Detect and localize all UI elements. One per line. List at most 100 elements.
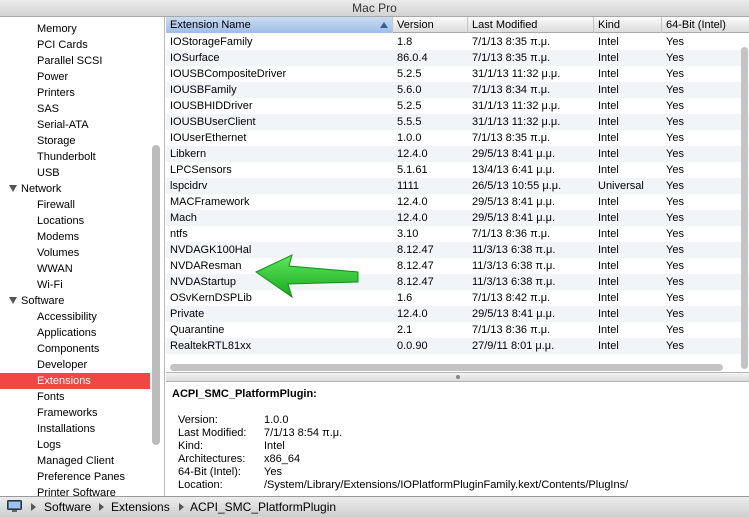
table-row[interactable]: lspcidrv 1111 26/5/13 10:55 μ.μ. Universal Y… <box>166 178 749 194</box>
table-row[interactable]: IOUserEthernet 1.0.0 7/1/13 8:35 π.μ. Intel… <box>166 130 749 146</box>
table-cell: 8.12.47 <box>397 276 434 288</box>
pane-splitter[interactable] <box>166 372 749 382</box>
sidebar-item-label: Locations <box>37 215 85 227</box>
sidebar-scrollbar[interactable] <box>152 145 160 445</box>
sidebar-item-label: WWAN <box>37 263 73 275</box>
sidebar-item-label: Accessibility <box>37 311 97 323</box>
detail-label-architectures: Architectures: <box>178 453 246 465</box>
sidebar-item-fonts[interactable]: Fonts <box>0 389 150 405</box>
sidebar-item-printer-software[interactable]: Printer Software <box>0 485 150 496</box>
sidebar-item-frameworks[interactable]: Frameworks <box>0 405 150 421</box>
table-row[interactable]: LPCSensors 5.1.61 13/4/13 6:41 μ.μ. Intel Ye… <box>166 162 749 178</box>
path-crumb-extensions[interactable]: Extensions <box>111 500 170 514</box>
table-cell: IOUSBUserClient <box>170 116 256 128</box>
sidebar-item-sas[interactable]: SAS <box>0 101 150 117</box>
table-cell: Intel <box>598 276 619 288</box>
sidebar-item-memory[interactable]: Memory <box>0 21 150 37</box>
table-cell: 2.1 <box>397 324 413 336</box>
column-header-version[interactable]: Version <box>393 17 468 33</box>
path-crumb-current[interactable]: ACPI_SMC_PlatformPlugin <box>190 500 336 514</box>
table-cell: 29/5/13 8:41 μ.μ. <box>472 148 556 160</box>
sidebar-item-wi-fi[interactable]: Wi-Fi <box>0 277 150 293</box>
table-cell: IOUserEthernet <box>170 132 247 144</box>
sidebar-item-preference-panes[interactable]: Preference Panes <box>0 469 150 485</box>
sidebar-item-usb[interactable]: USB <box>0 165 150 181</box>
table-cell: Yes <box>666 132 684 144</box>
sidebar-item-software[interactable]: Software <box>0 293 150 309</box>
table-row[interactable]: Quarantine 2.1 7/1/13 8:36 π.μ. Intel Yes <box>166 322 749 338</box>
sidebar-item-serial-ata[interactable]: Serial-ATA <box>0 117 150 133</box>
table-cell: Yes <box>666 212 684 224</box>
table-row[interactable]: MACFramework 12.4.0 29/5/13 8:41 μ.μ. Intel… <box>166 194 749 210</box>
sidebar-item-components[interactable]: Components <box>0 341 150 357</box>
green-arrow-annotation-icon <box>255 254 359 299</box>
table-cell: IOUSBCompositeDriver <box>170 68 287 80</box>
detail-value-architectures: x86_64 <box>264 453 301 465</box>
sidebar-item-modems[interactable]: Modems <box>0 229 150 245</box>
sidebar-item-network[interactable]: Network <box>0 181 150 197</box>
path-separator-icon <box>31 503 36 511</box>
sidebar-item-developer[interactable]: Developer <box>0 357 150 373</box>
detail-label-64-bit: 64-Bit (Intel): <box>178 466 241 478</box>
disclosure-triangle-icon[interactable] <box>9 297 17 304</box>
table-cell: Intel <box>598 84 619 96</box>
sidebar-item-thunderbolt[interactable]: Thunderbolt <box>0 149 150 165</box>
table-row[interactable]: Mach 12.4.0 29/5/13 8:41 μ.μ. Intel Yes <box>166 210 749 226</box>
table-cell: Yes <box>666 116 684 128</box>
sidebar-item-storage[interactable]: Storage <box>0 133 150 149</box>
table-row[interactable]: IOUSBFamily 5.6.0 7/1/13 8:34 π.μ. Intel Yes <box>166 82 749 98</box>
sidebar-item-wwan[interactable]: WWAN <box>0 261 150 277</box>
sidebar-item-label: Logs <box>37 439 61 451</box>
column-header-kind[interactable]: Kind <box>594 17 662 33</box>
sidebar-item-applications[interactable]: Applications <box>0 325 150 341</box>
path-crumb-software[interactable]: Software <box>44 500 91 514</box>
disclosure-triangle-icon[interactable] <box>9 185 17 192</box>
table-vertical-scrollbar[interactable] <box>741 47 748 369</box>
table-row[interactable]: Libkern 12.4.0 29/5/13 8:41 μ.μ. Intel Yes <box>166 146 749 162</box>
table-cell: 86.0.4 <box>397 52 428 64</box>
sidebar-item-label: Storage <box>37 135 76 147</box>
table-cell: 1.0.0 <box>397 132 422 144</box>
sidebar-item-accessibility[interactable]: Accessibility <box>0 309 150 325</box>
table-row[interactable]: IOUSBUserClient 5.5.5 31/1/13 11:32 μ.μ. In… <box>166 114 749 130</box>
sidebar-item-printers[interactable]: Printers <box>0 85 150 101</box>
column-header-extension-name[interactable]: Extension Name <box>166 17 393 33</box>
table-cell: Intel <box>598 196 619 208</box>
detail-label-location: Location: <box>178 479 223 491</box>
column-header-last-modified[interactable]: Last Modified <box>468 17 594 33</box>
table-cell: Intel <box>598 36 619 48</box>
sidebar-item-logs[interactable]: Logs <box>0 437 150 453</box>
sidebar-item-managed-client[interactable]: Managed Client <box>0 453 150 469</box>
table-cell: lspcidrv <box>170 180 208 192</box>
table-row[interactable]: Private 12.4.0 29/5/13 8:41 μ.μ. Intel Yes <box>166 306 749 322</box>
detail-value-location: /System/Library/Extensions/IOPlatformPlu… <box>264 479 629 491</box>
sidebar-item-pci-cards[interactable]: PCI Cards <box>0 37 150 53</box>
sidebar-item-parallel-scsi[interactable]: Parallel SCSI <box>0 53 150 69</box>
table-row[interactable]: IOStorageFamily 1.8 7/1/13 8:35 π.μ. Intel Y… <box>166 34 749 50</box>
sidebar-item-label: Serial-ATA <box>37 119 89 131</box>
table-cell: 11/3/13 6:38 π.μ. <box>472 244 556 256</box>
table-cell: 8.12.47 <box>397 244 434 256</box>
sidebar-item-installations[interactable]: Installations <box>0 421 150 437</box>
table-cell: Intel <box>598 340 619 352</box>
sidebar-item-label: Frameworks <box>37 407 98 419</box>
table-cell: Yes <box>666 180 684 192</box>
sidebar-item-volumes[interactable]: Volumes <box>0 245 150 261</box>
table-cell: RealtekRTL81xx <box>170 340 252 352</box>
sidebar-item-label: Firewall <box>37 199 75 211</box>
table-cell: Intel <box>598 100 619 112</box>
sidebar-item-firewall[interactable]: Firewall <box>0 197 150 213</box>
table-row[interactable]: IOUSBHIDDriver 5.2.5 31/1/13 11:32 μ.μ. Int… <box>166 98 749 114</box>
table-horizontal-scrollbar[interactable] <box>170 364 723 371</box>
table-cell: 12.4.0 <box>397 148 428 160</box>
column-header-64-bit[interactable]: 64-Bit (Intel) <box>662 17 749 33</box>
sidebar-item-power[interactable]: Power <box>0 69 150 85</box>
table-row[interactable]: IOUSBCompositeDriver 5.2.5 31/1/13 11:32 μ… <box>166 66 749 82</box>
sidebar-item-extensions[interactable]: Extensions <box>0 373 150 389</box>
table-cell: Yes <box>666 292 684 304</box>
table-row[interactable]: ntfs 3.10 7/1/13 8:36 π.μ. Intel Yes <box>166 226 749 242</box>
sidebar-item-locations[interactable]: Locations <box>0 213 150 229</box>
table-cell: 7/1/13 8:36 π.μ. <box>472 228 551 240</box>
table-row[interactable]: IOSurface 86.0.4 7/1/13 8:35 π.μ. Intel Yes <box>166 50 749 66</box>
table-row[interactable]: RealtekRTL81xx 0.0.90 27/9/11 8:01 μ.μ. Int… <box>166 338 749 354</box>
